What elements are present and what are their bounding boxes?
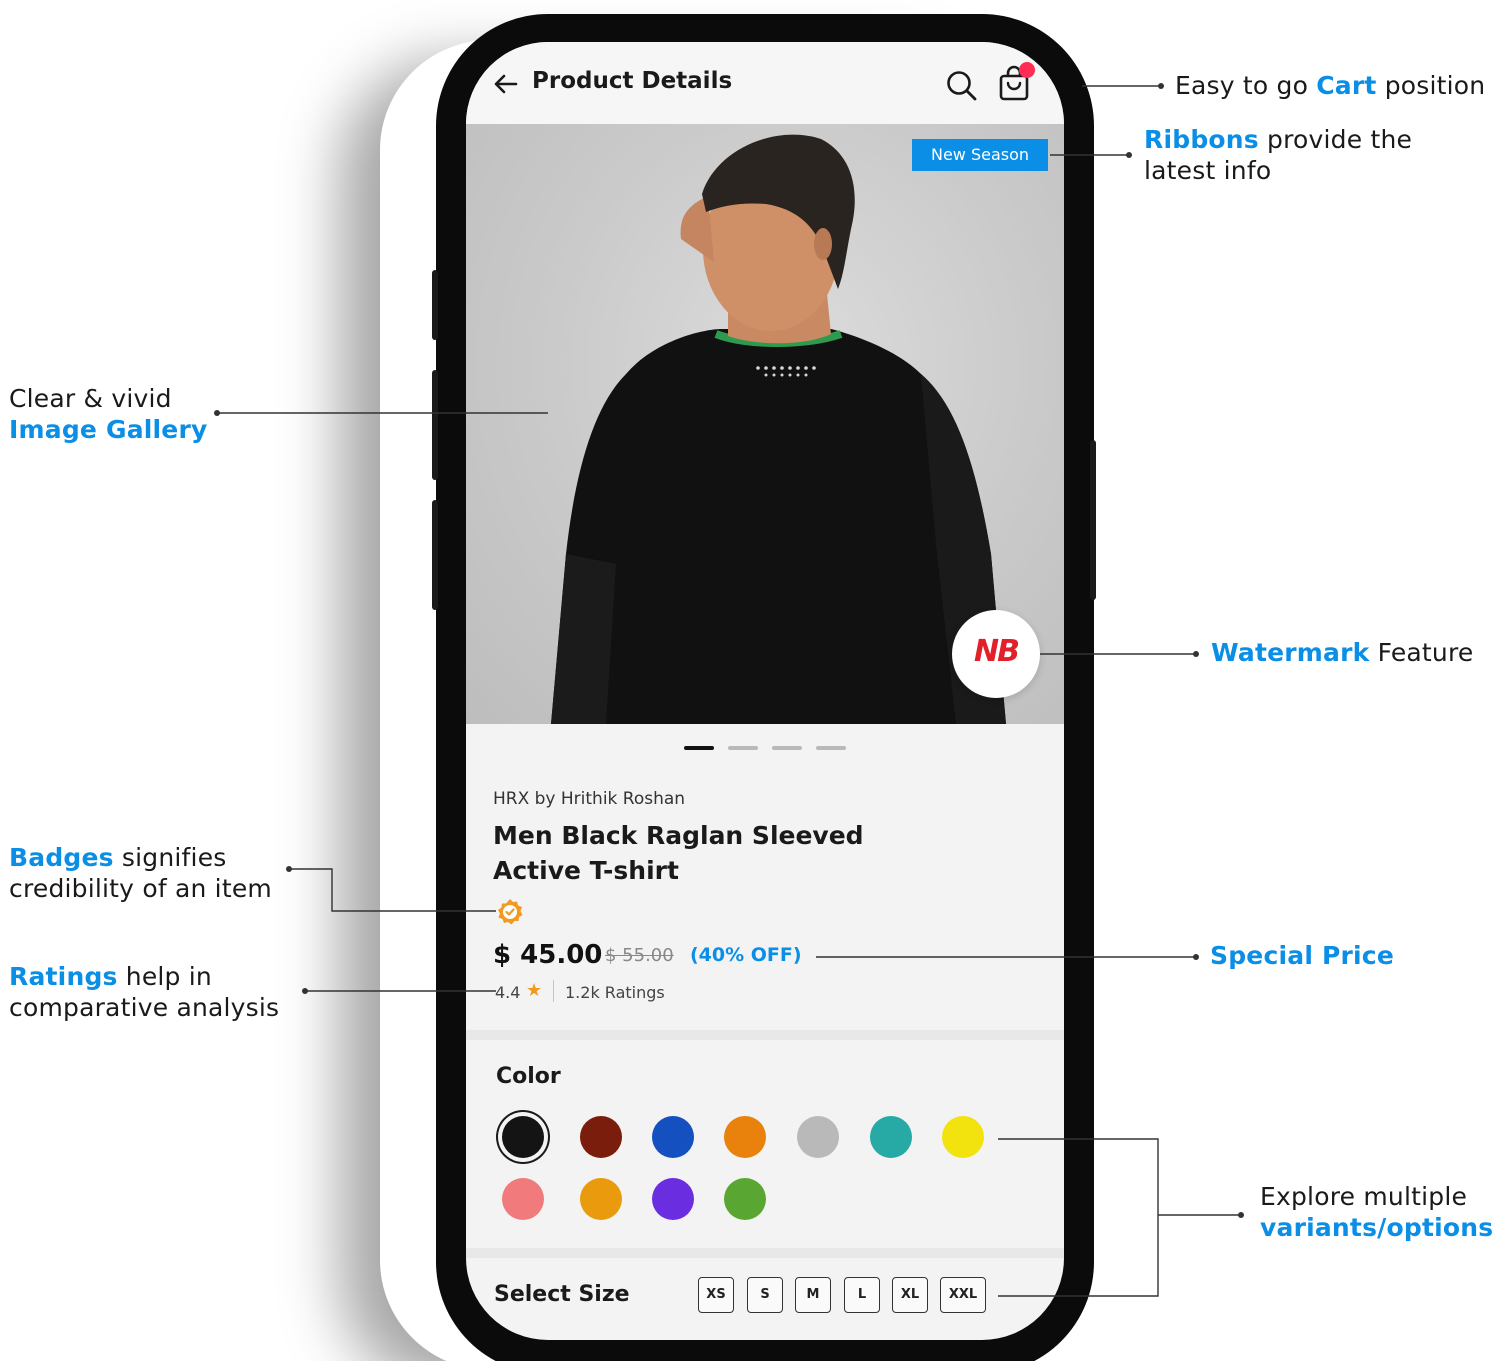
special-price: $ 45.00 (493, 940, 603, 970)
app-header: Product Details (466, 42, 1064, 124)
rating-value: 4.4 (495, 983, 521, 1002)
color-swatch[interactable] (724, 1178, 766, 1220)
original-price: $ 55.00 (605, 945, 674, 966)
color-swatch[interactable] (942, 1116, 984, 1158)
search-icon[interactable] (944, 68, 978, 102)
size-option-s[interactable]: S (747, 1277, 783, 1313)
callout-variants: Explore multiple variants/options (1260, 1181, 1493, 1243)
color-swatch[interactable] (502, 1178, 544, 1220)
callout-text: signifies (113, 843, 227, 872)
product-title-line: Active T-shirt (493, 856, 679, 885)
callout-highlight: Image Gallery (9, 415, 208, 444)
callout-highlight: Ratings (9, 962, 118, 991)
callout-text: latest info (1144, 156, 1272, 185)
callout-watermark: Watermark Feature (1211, 637, 1474, 668)
page-title: Product Details (532, 68, 733, 94)
brand-watermark: NB (952, 610, 1040, 698)
color-swatch[interactable] (580, 1178, 622, 1220)
size-option-xl[interactable]: XL (892, 1277, 928, 1313)
verified-badge-icon (498, 899, 523, 925)
callout-text: Explore multiple (1260, 1182, 1468, 1211)
new-season-ribbon: New Season (912, 139, 1048, 171)
gallery-dot[interactable] (728, 746, 758, 750)
section-divider (466, 1030, 1064, 1040)
side-button (432, 500, 438, 610)
brand-name[interactable]: HRX by Hrithik Roshan (493, 789, 685, 809)
size-option-m[interactable]: M (795, 1277, 831, 1313)
gallery-pagination (684, 746, 848, 750)
callout-highlight: Cart (1316, 71, 1377, 100)
color-swatch[interactable] (652, 1116, 694, 1158)
color-swatch[interactable] (724, 1116, 766, 1158)
callout-ribbons: Ribbons provide the latest info (1144, 124, 1412, 186)
callout-highlight: Ribbons (1144, 125, 1259, 154)
star-icon: ★ (526, 980, 543, 1000)
gallery-dot[interactable] (772, 746, 802, 750)
callout-text: provide the (1258, 125, 1413, 154)
product-title-line: Men Black Raglan Sleeved (493, 821, 864, 850)
callout-highlight: Special Price (1210, 941, 1394, 970)
callout-special-price: Special Price (1210, 940, 1394, 971)
color-swatch[interactable] (502, 1116, 544, 1158)
color-swatch[interactable] (870, 1116, 912, 1158)
callout-text: comparative analysis (9, 993, 280, 1022)
section-divider (466, 1248, 1064, 1258)
callout-cart: Easy to go Cart position (1175, 70, 1485, 101)
callout-text: Easy to go (1175, 71, 1317, 100)
ratings-count[interactable]: 1.2k Ratings (565, 983, 665, 1002)
discount-label: (40% OFF) (690, 944, 802, 966)
size-option-xs[interactable]: XS (698, 1277, 734, 1313)
rating-divider (553, 980, 554, 1002)
callout-ratings: Ratings help in comparative analysis (9, 961, 279, 1023)
size-option-xxl[interactable]: XXL (940, 1277, 986, 1313)
callout-highlight: Watermark (1211, 638, 1370, 667)
callout-text: position (1376, 71, 1486, 100)
callout-text: Clear & vivid (9, 384, 172, 413)
callout-badges: Badges signifies credibility of an item (9, 842, 272, 904)
phone-screen: Product Details New Season NB HRX by Hri… (466, 42, 1064, 1340)
back-arrow-icon[interactable] (492, 70, 520, 98)
size-option-l[interactable]: L (844, 1277, 880, 1313)
product-title: Men Black Raglan Sleeved Active T-shirt (493, 818, 913, 888)
callout-highlight: variants/options (1260, 1213, 1494, 1242)
gallery-dot[interactable] (816, 746, 846, 750)
color-swatch[interactable] (580, 1116, 622, 1158)
color-swatch[interactable] (652, 1178, 694, 1220)
side-button (1090, 440, 1096, 600)
color-section-label: Color (496, 1064, 561, 1089)
callout-text: credibility of an item (9, 874, 272, 903)
side-button (432, 370, 438, 480)
color-swatch[interactable] (797, 1116, 839, 1158)
callout-gallery: Clear & vivid Image Gallery (9, 383, 208, 445)
size-section-label: Select Size (494, 1282, 630, 1307)
callout-text: help in (117, 962, 212, 991)
callout-highlight: Badges (9, 843, 114, 872)
brand-logo: NB (974, 634, 1020, 669)
gallery-dot[interactable] (684, 746, 714, 750)
side-button (432, 270, 438, 340)
cart-notification-dot (1019, 62, 1035, 78)
callout-text: Feature (1369, 638, 1474, 667)
